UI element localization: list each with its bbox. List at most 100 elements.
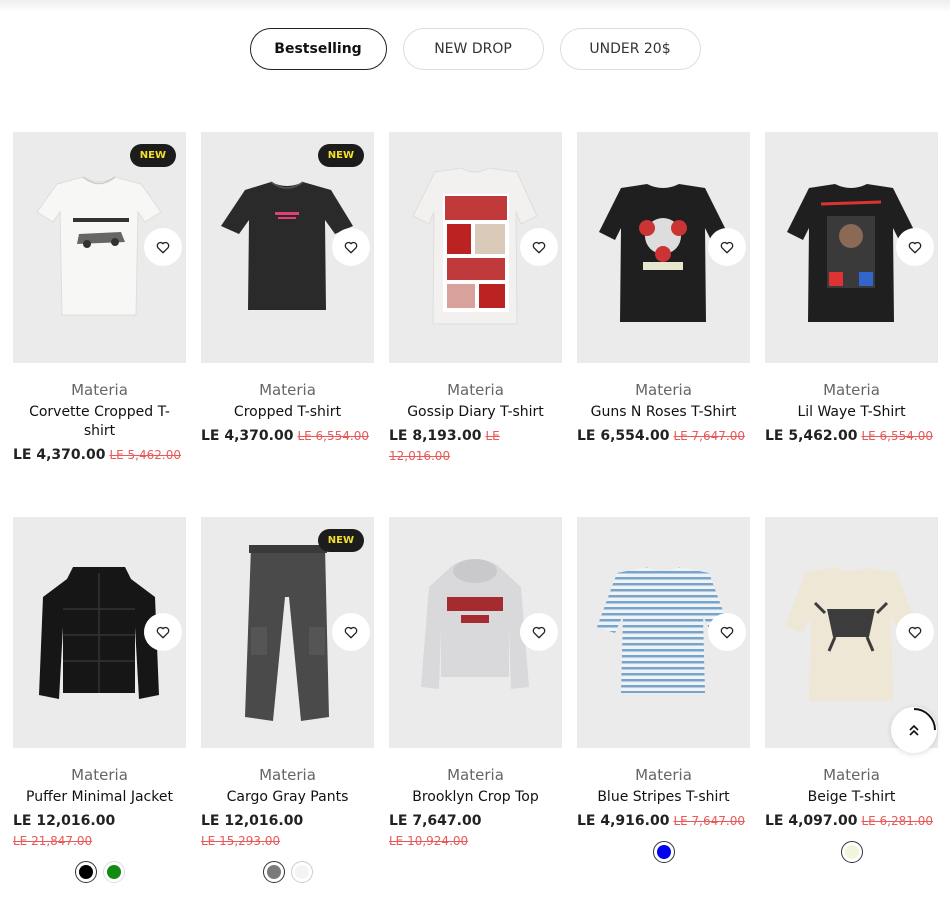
product-card[interactable]: Materia Brooklyn Crop Top LE 7,647.00 LE … — [389, 517, 562, 851]
product-title[interactable]: Puffer Minimal Jacket — [13, 788, 186, 807]
product-price: LE 4,370.00 — [13, 447, 106, 463]
product-title[interactable]: Cropped T-shirt — [201, 403, 374, 422]
product-card[interactable]: Materia Gossip Diary T-shirt LE 8,193.00… — [389, 132, 562, 466]
product-image[interactable]: NEW — [201, 132, 374, 363]
wishlist-button[interactable] — [144, 228, 182, 266]
product-old-price: LE 7,647.00 — [673, 429, 745, 443]
wishlist-button[interactable] — [520, 228, 558, 266]
product-image[interactable] — [13, 517, 186, 748]
tab-bestselling[interactable]: Bestselling — [249, 28, 387, 70]
heart-icon — [532, 626, 546, 638]
color-swatch-green[interactable] — [102, 861, 125, 883]
product-old-price: LE 21,847.00 — [13, 834, 93, 848]
color-swatches — [765, 841, 938, 863]
wishlist-button[interactable] — [708, 228, 746, 266]
product-image[interactable] — [577, 132, 750, 363]
product-brand: Materia — [447, 381, 504, 399]
product-card[interactable]: NEW Materia Cropped T-shirt LE 4,370.00 L… — [201, 132, 374, 446]
wishlist-button[interactable] — [332, 613, 370, 651]
heart-icon — [908, 241, 922, 253]
product-card[interactable]: Materia Guns N Roses T-Shirt LE 6,554.00… — [577, 132, 750, 446]
product-brand: Materia — [71, 381, 128, 399]
product-prices: LE 4,916.00 LE 7,647.00 — [577, 811, 750, 831]
product-image[interactable]: NEW — [13, 132, 186, 363]
product-card[interactable]: NEW Materia Corvette Cropped T-shirt LE … — [13, 132, 186, 465]
color-swatch-blue[interactable] — [652, 841, 675, 863]
product-image[interactable]: NEW — [201, 517, 374, 748]
wishlist-button[interactable] — [332, 228, 370, 266]
new-badge: NEW — [317, 529, 364, 552]
product-price: LE 4,370.00 — [201, 428, 294, 444]
product-price: LE 8,193.00 — [389, 428, 482, 444]
product-card[interactable]: NEW Materia Cargo Gray Pants LE 12,016.0… — [201, 517, 374, 883]
product-old-price: LE 7,647.00 — [673, 814, 745, 828]
heart-icon — [720, 241, 734, 253]
product-brand: Materia — [635, 766, 692, 784]
wishlist-button[interactable] — [144, 613, 182, 651]
product-title[interactable]: Lil Waye T-Shirt — [765, 403, 938, 422]
color-swatch-black[interactable] — [74, 861, 97, 883]
product-title[interactable]: Cargo Gray Pants — [201, 788, 374, 807]
scroll-progress-ring — [913, 708, 936, 731]
wishlist-button[interactable] — [708, 613, 746, 651]
collection-tabs: Bestselling NEW DROP UNDER 20$ — [0, 28, 950, 70]
tab-under-20[interactable]: UNDER 20$ — [559, 28, 701, 70]
color-swatch-beige[interactable] — [840, 841, 863, 863]
product-image[interactable] — [765, 132, 938, 363]
scroll-to-top-button[interactable] — [891, 707, 937, 753]
heart-icon — [156, 626, 170, 638]
product-prices: LE 4,370.00 LE 5,462.00 — [13, 445, 186, 465]
tab-new-drop[interactable]: NEW DROP — [402, 28, 544, 70]
product-title[interactable]: Guns N Roses T-Shirt — [577, 403, 750, 422]
product-title[interactable]: Corvette Cropped T-shirt — [13, 403, 186, 441]
product-card[interactable]: Materia Beige T-shirt LE 4,097.00 LE 6,28… — [765, 517, 938, 863]
product-card[interactable]: Materia Puffer Minimal Jacket LE 12,016.… — [13, 517, 186, 883]
product-card[interactable]: Materia Blue Stripes T-shirt LE 4,916.00… — [577, 517, 750, 863]
product-price: LE 7,647.00 — [389, 813, 482, 829]
product-brand: Materia — [823, 381, 880, 399]
wishlist-button[interactable] — [896, 613, 934, 651]
product-price: LE 4,097.00 — [765, 813, 858, 829]
product-old-price: LE 6,554.00 — [297, 429, 369, 443]
product-prices: LE 12,016.00 LE 15,293.00 — [201, 811, 374, 851]
product-brand: Materia — [71, 766, 128, 784]
product-old-price: LE 10,924.00 — [389, 834, 469, 848]
product-old-price: LE 15,293.00 — [201, 834, 281, 848]
product-image[interactable] — [389, 132, 562, 363]
heart-icon — [908, 626, 922, 638]
product-prices: LE 6,554.00 LE 7,647.00 — [577, 426, 750, 446]
color-swatches — [577, 841, 750, 863]
wishlist-button[interactable] — [520, 613, 558, 651]
product-price: LE 12,016.00 — [13, 813, 116, 829]
product-prices: LE 8,193.00 LE 12,016.00 — [389, 426, 562, 466]
product-price: LE 4,916.00 — [577, 813, 670, 829]
product-title[interactable]: Brooklyn Crop Top — [389, 788, 562, 807]
product-old-price: LE 5,462.00 — [109, 448, 181, 462]
product-brand: Materia — [259, 381, 316, 399]
color-swatches — [13, 861, 186, 883]
product-prices: LE 4,097.00 LE 6,281.00 — [765, 811, 938, 831]
product-price: LE 5,462.00 — [765, 428, 858, 444]
product-title[interactable]: Gossip Diary T-shirt — [389, 403, 562, 422]
heart-icon — [720, 626, 734, 638]
new-badge: NEW — [129, 144, 176, 167]
product-title[interactable]: Blue Stripes T-shirt — [577, 788, 750, 807]
color-swatch-white[interactable] — [290, 861, 313, 883]
product-brand: Materia — [447, 766, 504, 784]
product-image[interactable] — [577, 517, 750, 748]
product-price: LE 12,016.00 — [201, 813, 304, 829]
product-old-price: LE 6,554.00 — [861, 429, 933, 443]
color-swatch-gray[interactable] — [262, 861, 285, 883]
product-title[interactable]: Beige T-shirt — [765, 788, 938, 807]
heart-icon — [532, 241, 546, 253]
product-card[interactable]: Materia Lil Waye T-Shirt LE 5,462.00 LE 6… — [765, 132, 938, 446]
color-swatches — [201, 861, 374, 883]
product-brand: Materia — [823, 766, 880, 784]
product-prices: LE 4,370.00 LE 6,554.00 — [201, 426, 374, 446]
product-prices: LE 5,462.00 LE 6,554.00 — [765, 426, 938, 446]
new-badge: NEW — [317, 144, 364, 167]
header-shadow — [0, 0, 950, 12]
product-brand: Materia — [259, 766, 316, 784]
product-image[interactable] — [389, 517, 562, 748]
wishlist-button[interactable] — [896, 228, 934, 266]
